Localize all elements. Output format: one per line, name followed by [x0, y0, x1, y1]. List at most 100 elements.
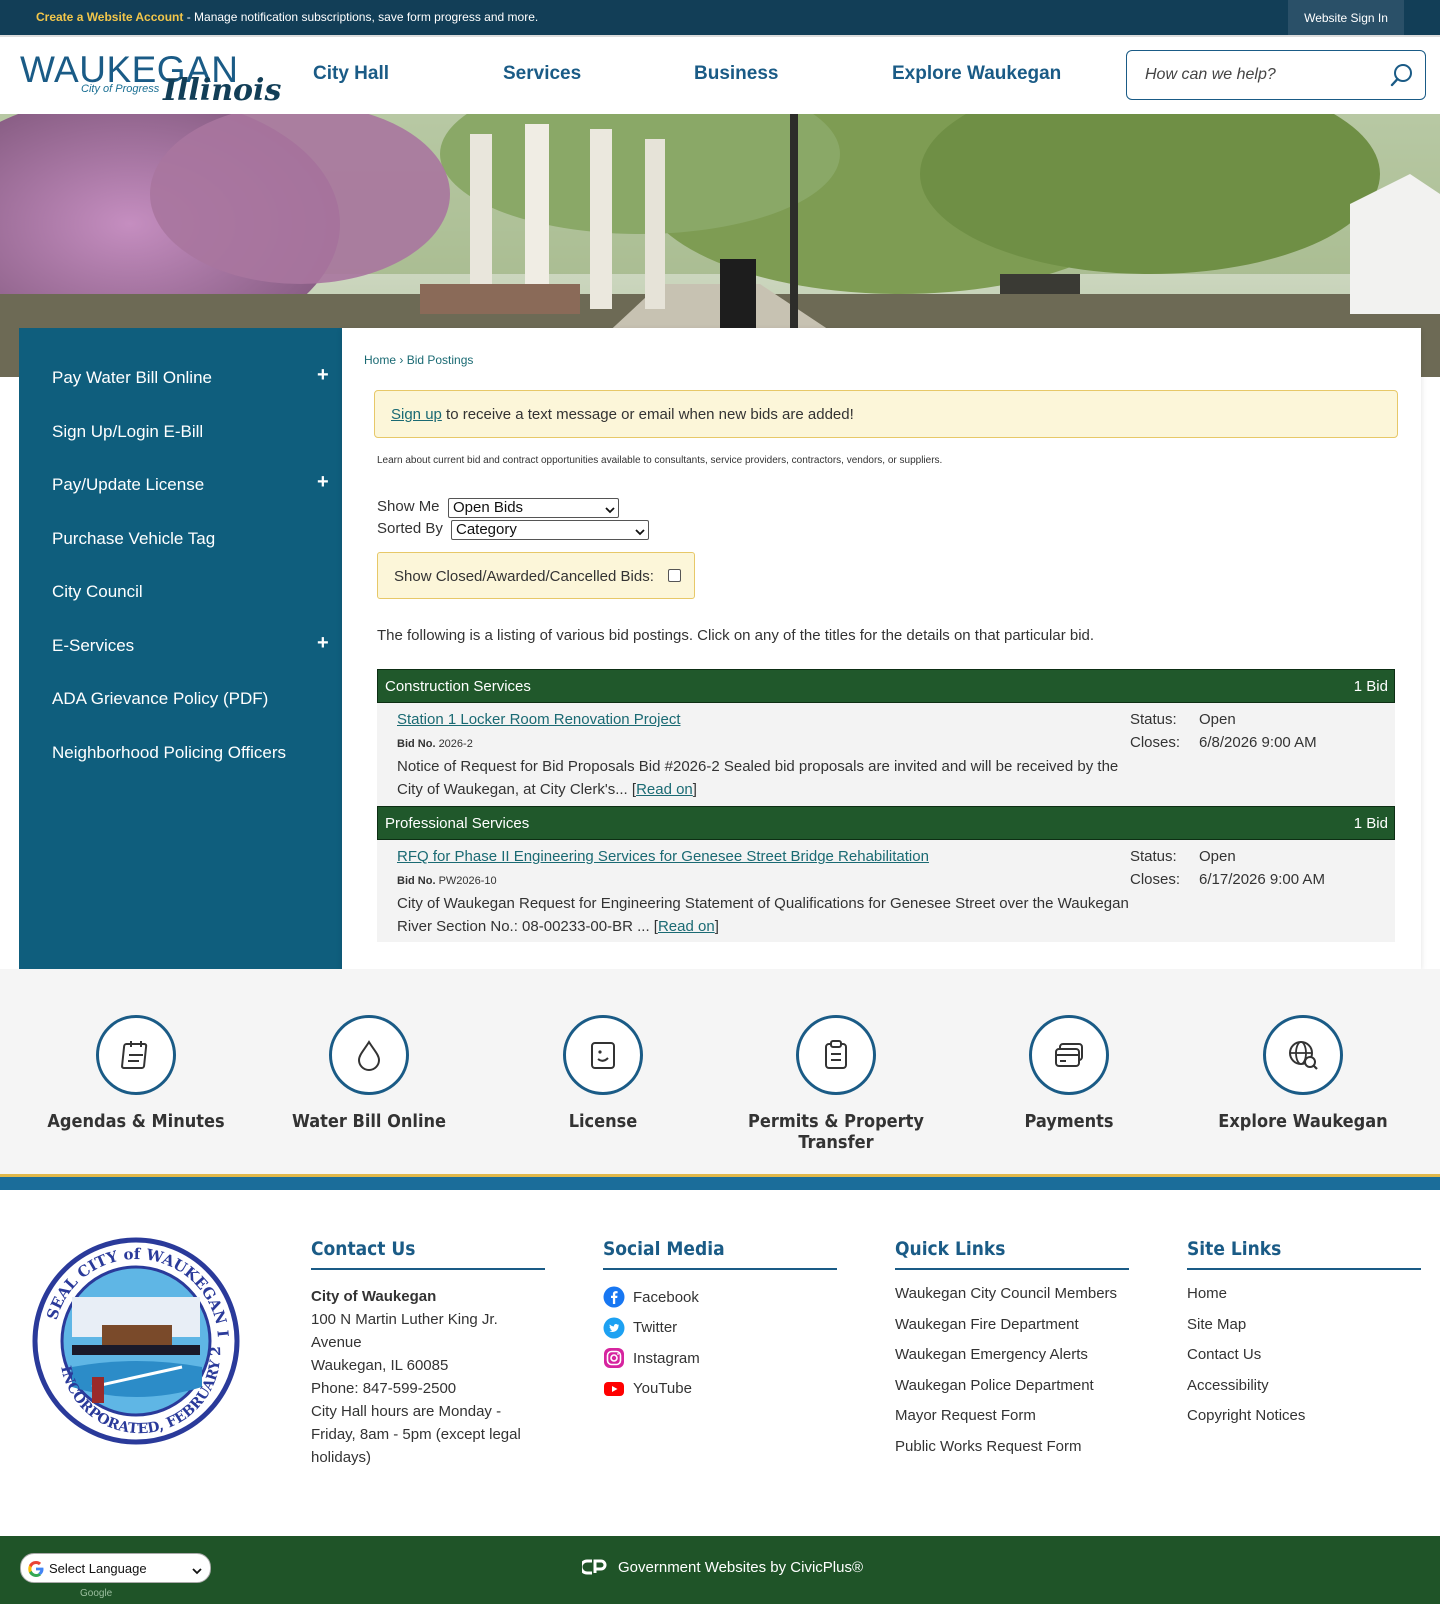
nav-explore-waukegan[interactable]: Explore Waukegan: [892, 63, 1061, 85]
category-count: 1 Bid: [1353, 815, 1388, 832]
footer-link[interactable]: Waukegan Fire Department: [895, 1316, 1129, 1347]
bid-title-link[interactable]: Station 1 Locker Room Renovation Project: [397, 711, 680, 728]
license-document-icon: [563, 1015, 643, 1095]
sidebar-item-ebill[interactable]: Sign Up/Login E-Bill: [52, 422, 203, 442]
bid-description-text: City of Waukegan Request for Engineering…: [397, 895, 1129, 935]
waukegan-logo[interactable]: WAUKEGAN City of Progress Illinois: [20, 49, 281, 108]
social-twitter[interactable]: Twitter: [603, 1313, 837, 1344]
expand-plus-icon[interactable]: +: [317, 364, 329, 387]
sidebar-item-ada-policy[interactable]: ADA Grievance Policy (PDF): [52, 689, 268, 709]
facebook-icon: [603, 1286, 625, 1308]
show-me-label: Show Me: [377, 498, 440, 515]
quick-link-label: Agendas & Minutes: [47, 1111, 225, 1132]
civicplus-text: Government Websites by CivicPlus®: [618, 1558, 864, 1576]
website-sign-in-button[interactable]: Website Sign In: [1288, 0, 1404, 35]
footer-contact: Contact Us City of Waukegan 100 N Martin…: [311, 1238, 545, 1469]
footer-link[interactable]: Waukegan Emergency Alerts: [895, 1346, 1129, 1377]
quick-link-explore[interactable]: Explore Waukegan: [1203, 1015, 1403, 1132]
alert-text: to receive a text message or email when …: [441, 406, 854, 423]
category-header: Professional Services 1 Bid: [377, 806, 1395, 840]
quick-link-agendas[interactable]: Agendas & Minutes: [36, 1015, 236, 1132]
water-drop-icon: [329, 1015, 409, 1095]
breadcrumb-separator: ›: [396, 353, 407, 367]
footer-link[interactable]: Waukegan City Council Members: [895, 1285, 1129, 1316]
show-me-select[interactable]: Open Bids: [448, 498, 619, 518]
bid-number: Bid No. 2026-2: [397, 738, 473, 750]
agenda-icon: [96, 1015, 176, 1095]
expand-plus-icon[interactable]: +: [317, 471, 329, 494]
quick-link-payments[interactable]: Payments: [969, 1015, 1169, 1132]
footer-link[interactable]: Mayor Request Form: [895, 1407, 1129, 1438]
quick-link-label: Payments: [1024, 1111, 1114, 1132]
footer-link[interactable]: Site Map: [1187, 1316, 1421, 1347]
breadcrumb-home[interactable]: Home: [364, 353, 396, 367]
bid-title-link[interactable]: RFQ for Phase II Engineering Services fo…: [397, 848, 929, 865]
read-on-link[interactable]: Read on: [636, 781, 693, 798]
sidebar-item-e-services[interactable]: E-Services: [52, 636, 134, 656]
search-input[interactable]: [1145, 64, 1385, 86]
breadcrumb-current[interactable]: Bid Postings: [407, 353, 474, 367]
sorted-by-value: Category: [456, 521, 517, 538]
chevron-down-icon: [192, 1564, 202, 1575]
city-seal-logo: SEAL CITY of WAUKEGAN ILLINOIS INCORPORA…: [25, 1223, 240, 1445]
footer-site-links: Site Links Home Site Map Contact Us Acce…: [1187, 1238, 1421, 1438]
youtube-icon: [604, 1381, 624, 1396]
footer-link[interactable]: Copyright Notices: [1187, 1407, 1421, 1438]
show-closed-box: Show Closed/Awarded/Cancelled Bids:: [377, 552, 695, 599]
create-account-link[interactable]: Create a Website Account: [36, 10, 183, 24]
sidebar-item-policing-officers[interactable]: Neighborhood Policing Officers: [52, 743, 286, 763]
sidebar-item-pay-license[interactable]: Pay/Update License: [52, 475, 204, 495]
quick-link-permits[interactable]: Permits & Property Transfer: [736, 1015, 936, 1153]
social-label: Facebook: [633, 1288, 699, 1306]
social-youtube[interactable]: YouTube: [603, 1374, 837, 1405]
language-select[interactable]: Select Language: [20, 1553, 211, 1583]
footer-heading: Site Links: [1187, 1238, 1421, 1270]
main-content: Home › Bid Postings Sign up to receive a…: [342, 328, 1421, 969]
footer-quick-links: Quick Links Waukegan City Council Member…: [895, 1238, 1129, 1468]
sidebar-item-pay-water-bill[interactable]: Pay Water Bill Online: [52, 368, 212, 388]
footer-link[interactable]: Accessibility: [1187, 1377, 1421, 1408]
nav-services[interactable]: Services: [503, 63, 581, 85]
closes-value: 6/17/2026 9:00 AM: [1199, 871, 1325, 888]
bid-number-value: PW2026-10: [438, 875, 497, 887]
footer-link[interactable]: Waukegan Police Department: [895, 1377, 1129, 1408]
show-me-value: Open Bids: [453, 499, 524, 516]
closes-label: Closes:: [1130, 734, 1181, 751]
sidebar-item-vehicle-tag[interactable]: Purchase Vehicle Tag: [52, 529, 215, 549]
expand-plus-icon[interactable]: +: [317, 632, 329, 655]
contact-org: City of Waukegan: [311, 1288, 437, 1305]
signup-alert: Sign up to receive a text message or ema…: [374, 390, 1398, 438]
nav-business[interactable]: Business: [694, 63, 778, 85]
social-facebook[interactable]: Facebook: [603, 1282, 837, 1313]
instagram-icon: [604, 1348, 624, 1369]
footer-link[interactable]: Contact Us: [1187, 1346, 1421, 1377]
quick-link-label: License: [568, 1111, 638, 1132]
social-label: YouTube: [633, 1380, 692, 1398]
chevron-down-icon: [635, 524, 645, 536]
sidebar-item-city-council[interactable]: City Council: [52, 582, 143, 602]
footer-social: Social Media Facebook Twitter Instagram …: [603, 1238, 837, 1404]
read-on-link[interactable]: Read on: [658, 918, 715, 935]
sign-up-link[interactable]: Sign up: [391, 406, 442, 423]
footer-link[interactable]: Home: [1187, 1285, 1421, 1316]
quick-link-water-bill[interactable]: Water Bill Online: [269, 1015, 469, 1132]
sorted-by-select[interactable]: Category: [451, 520, 649, 540]
category-name: Construction Services: [385, 678, 531, 695]
search-icon[interactable]: [1387, 60, 1417, 90]
category-header: Construction Services 1 Bid: [377, 669, 1395, 703]
contact-city: Waukegan, IL 60085: [311, 1357, 449, 1374]
quick-link-license[interactable]: License: [503, 1015, 703, 1132]
footer-divider: [0, 1174, 1440, 1190]
google-g-icon: [27, 1560, 45, 1578]
logo-state: Illinois: [163, 73, 282, 108]
social-instagram[interactable]: Instagram: [603, 1343, 837, 1374]
category-name: Professional Services: [385, 815, 530, 832]
clipboard-icon: [796, 1015, 876, 1095]
nav-city-hall[interactable]: City Hall: [313, 63, 389, 85]
bid-item: Station 1 Locker Room Renovation Project…: [377, 703, 1395, 806]
footer-link[interactable]: Public Works Request Form: [895, 1438, 1129, 1469]
intro-text: Learn about current bid and contract opp…: [377, 455, 943, 466]
show-closed-checkbox[interactable]: [668, 569, 681, 582]
civicplus-credit[interactable]: Government Websites by CivicPlus®: [582, 1558, 863, 1576]
site-footer: SEAL CITY of WAUKEGAN ILLINOIS INCORPORA…: [0, 1190, 1440, 1536]
